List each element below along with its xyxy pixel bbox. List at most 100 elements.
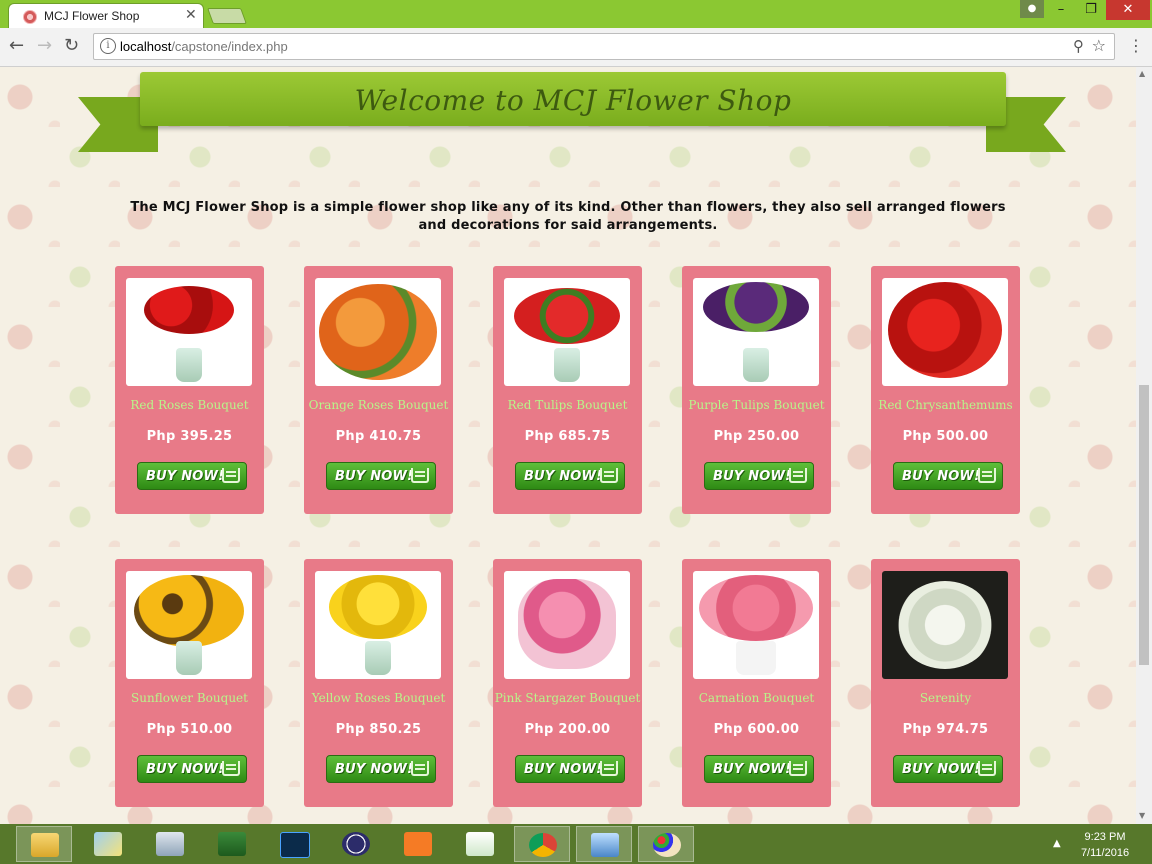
windows-taskbar: ▲ 9:23 PM 7/11/2016 xyxy=(0,824,1152,864)
product-price: Php 510.00 xyxy=(146,722,233,737)
bookmark-star-icon[interactable]: ☆ xyxy=(1092,36,1106,55)
zoom-icon[interactable]: ⚲ xyxy=(1073,37,1084,55)
cart-icon xyxy=(411,468,429,483)
sticky-notes-icon xyxy=(94,832,122,856)
taskbar-photoshop[interactable] xyxy=(266,826,322,862)
system-clock[interactable]: 9:23 PM 7/11/2016 xyxy=(1070,829,1140,861)
taskbar-paint[interactable] xyxy=(638,826,694,862)
notepad-icon xyxy=(466,832,494,856)
product-name[interactable]: Sunflower Bouquet xyxy=(115,691,264,705)
taskbar-notepad[interactable] xyxy=(452,826,508,862)
product-name[interactable]: Red Roses Bouquet xyxy=(115,398,264,412)
close-window-button[interactable]: ✕ xyxy=(1106,0,1150,20)
scroll-up-arrow-icon[interactable]: ▲ xyxy=(1139,69,1145,78)
show-hidden-icons-icon[interactable]: ▲ xyxy=(1053,838,1061,849)
minimize-button[interactable]: – xyxy=(1046,0,1076,20)
product-image-sunflowers[interactable] xyxy=(126,571,252,679)
taskbar-sticky-notes[interactable] xyxy=(80,826,136,862)
welcome-banner: Welcome to MCJ Flower Shop xyxy=(140,72,1006,126)
product-card: Purple Tulips Bouquet Php 250.00 BUY NOW… xyxy=(682,266,831,514)
product-price: Php 200.00 xyxy=(524,722,611,737)
address-bar[interactable]: i localhost/capstone/index.php ⚲ ☆ xyxy=(93,33,1115,60)
product-price: Php 600.00 xyxy=(713,722,800,737)
menu-kebab-icon[interactable]: ⋮ xyxy=(1128,37,1144,55)
taskbar-chrome[interactable] xyxy=(514,826,570,862)
buy-now-button[interactable]: BUY NOW! xyxy=(704,755,814,783)
product-image-red-tulips[interactable] xyxy=(504,278,630,386)
product-price: Php 850.25 xyxy=(335,722,422,737)
taskbar-eclipse[interactable] xyxy=(328,826,384,862)
taskbar-control-panel[interactable] xyxy=(576,826,632,862)
taskbar-calculator[interactable] xyxy=(204,826,260,862)
product-name[interactable]: Red Tulips Bouquet xyxy=(493,398,642,412)
close-tab-icon[interactable]: ✕ xyxy=(185,7,197,23)
buy-now-button[interactable]: BUY NOW! xyxy=(326,755,436,783)
product-card: Carnation Bouquet Php 600.00 BUY NOW! xyxy=(682,559,831,807)
product-name[interactable]: Carnation Bouquet xyxy=(682,691,831,705)
product-name[interactable]: Red Chrysanthemums xyxy=(871,398,1020,412)
tab-title: MCJ Flower Shop xyxy=(44,9,140,23)
buy-now-button[interactable]: BUY NOW! xyxy=(137,755,247,783)
product-image-orange-roses[interactable] xyxy=(315,278,441,386)
product-image-yellow-roses[interactable] xyxy=(315,571,441,679)
buy-now-button[interactable]: BUY NOW! xyxy=(515,755,625,783)
buy-now-button[interactable]: BUY NOW! xyxy=(893,755,1003,783)
taskbar-recycle-app[interactable] xyxy=(142,826,198,862)
cart-icon xyxy=(600,761,618,776)
user-profile-icon[interactable]: ● xyxy=(1020,0,1044,18)
product-image-pink-stargazers[interactable] xyxy=(504,571,630,679)
taskbar-file-explorer[interactable] xyxy=(16,826,72,862)
product-image-carnations[interactable] xyxy=(693,571,819,679)
eclipse-icon xyxy=(342,832,370,856)
url-text[interactable]: localhost/capstone/index.php xyxy=(120,39,288,54)
product-card: Red Tulips Bouquet Php 685.75 BUY NOW! xyxy=(493,266,642,514)
cart-icon xyxy=(222,468,240,483)
product-name[interactable]: Yellow Roses Bouquet xyxy=(304,691,453,705)
product-image-white-poinsettia[interactable] xyxy=(882,571,1008,679)
browser-tab[interactable]: MCJ Flower Shop ✕ xyxy=(8,3,204,29)
recycle-bin-icon xyxy=(156,832,184,856)
page-scrollbar[interactable]: ▲ ▼ xyxy=(1136,67,1152,824)
product-price: Php 974.75 xyxy=(902,722,989,737)
product-image-red-roses[interactable] xyxy=(126,278,252,386)
photoshop-icon xyxy=(280,832,310,858)
product-name[interactable]: Purple Tulips Bouquet xyxy=(682,398,831,412)
restore-button[interactable]: ❐ xyxy=(1076,0,1106,20)
cart-icon xyxy=(222,761,240,776)
product-card: Sunflower Bouquet Php 510.00 BUY NOW! xyxy=(115,559,264,807)
product-card: Yellow Roses Bouquet Php 850.25 BUY NOW! xyxy=(304,559,453,807)
page-title: Welcome to MCJ Flower Shop xyxy=(354,84,792,117)
browser-toolbar: ← → ↻ i localhost/capstone/index.php ⚲ ☆… xyxy=(0,28,1152,67)
buy-now-button[interactable]: BUY NOW! xyxy=(704,462,814,490)
paint-palette-icon xyxy=(653,833,681,857)
back-arrow-icon[interactable]: ← xyxy=(9,36,24,56)
page-viewport: Welcome to MCJ Flower Shop The MCJ Flowe… xyxy=(0,67,1136,824)
scroll-down-arrow-icon[interactable]: ▼ xyxy=(1139,811,1145,820)
product-price: Php 250.00 xyxy=(713,429,800,444)
xampp-icon xyxy=(404,832,432,856)
forward-arrow-icon[interactable]: → xyxy=(37,36,52,56)
product-name[interactable]: Serenity xyxy=(871,691,1020,705)
buy-now-button[interactable]: BUY NOW! xyxy=(893,462,1003,490)
scrollbar-thumb[interactable] xyxy=(1139,385,1149,665)
cart-icon xyxy=(978,468,996,483)
calculator-icon xyxy=(218,832,246,856)
control-panel-icon xyxy=(591,833,619,857)
buy-now-button[interactable]: BUY NOW! xyxy=(137,462,247,490)
product-image-purple-tulips[interactable] xyxy=(693,278,819,386)
buy-now-button[interactable]: BUY NOW! xyxy=(515,462,625,490)
cart-icon xyxy=(789,468,807,483)
info-icon[interactable]: i xyxy=(100,38,116,54)
shop-description: The MCJ Flower Shop is a simple flower s… xyxy=(130,200,1006,233)
product-card: Pink Stargazer Bouquet Php 200.00 BUY NO… xyxy=(493,559,642,807)
reload-icon[interactable]: ↻ xyxy=(64,36,79,56)
product-card: Serenity Php 974.75 BUY NOW! xyxy=(871,559,1020,807)
cart-icon xyxy=(789,761,807,776)
new-tab-button[interactable] xyxy=(207,8,247,24)
taskbar-xampp[interactable] xyxy=(390,826,446,862)
chrome-icon xyxy=(529,833,557,857)
product-image-red-chrysanthemums[interactable] xyxy=(882,278,1008,386)
buy-now-button[interactable]: BUY NOW! xyxy=(326,462,436,490)
product-name[interactable]: Orange Roses Bouquet xyxy=(304,398,453,412)
product-name[interactable]: Pink Stargazer Bouquet xyxy=(493,691,642,705)
